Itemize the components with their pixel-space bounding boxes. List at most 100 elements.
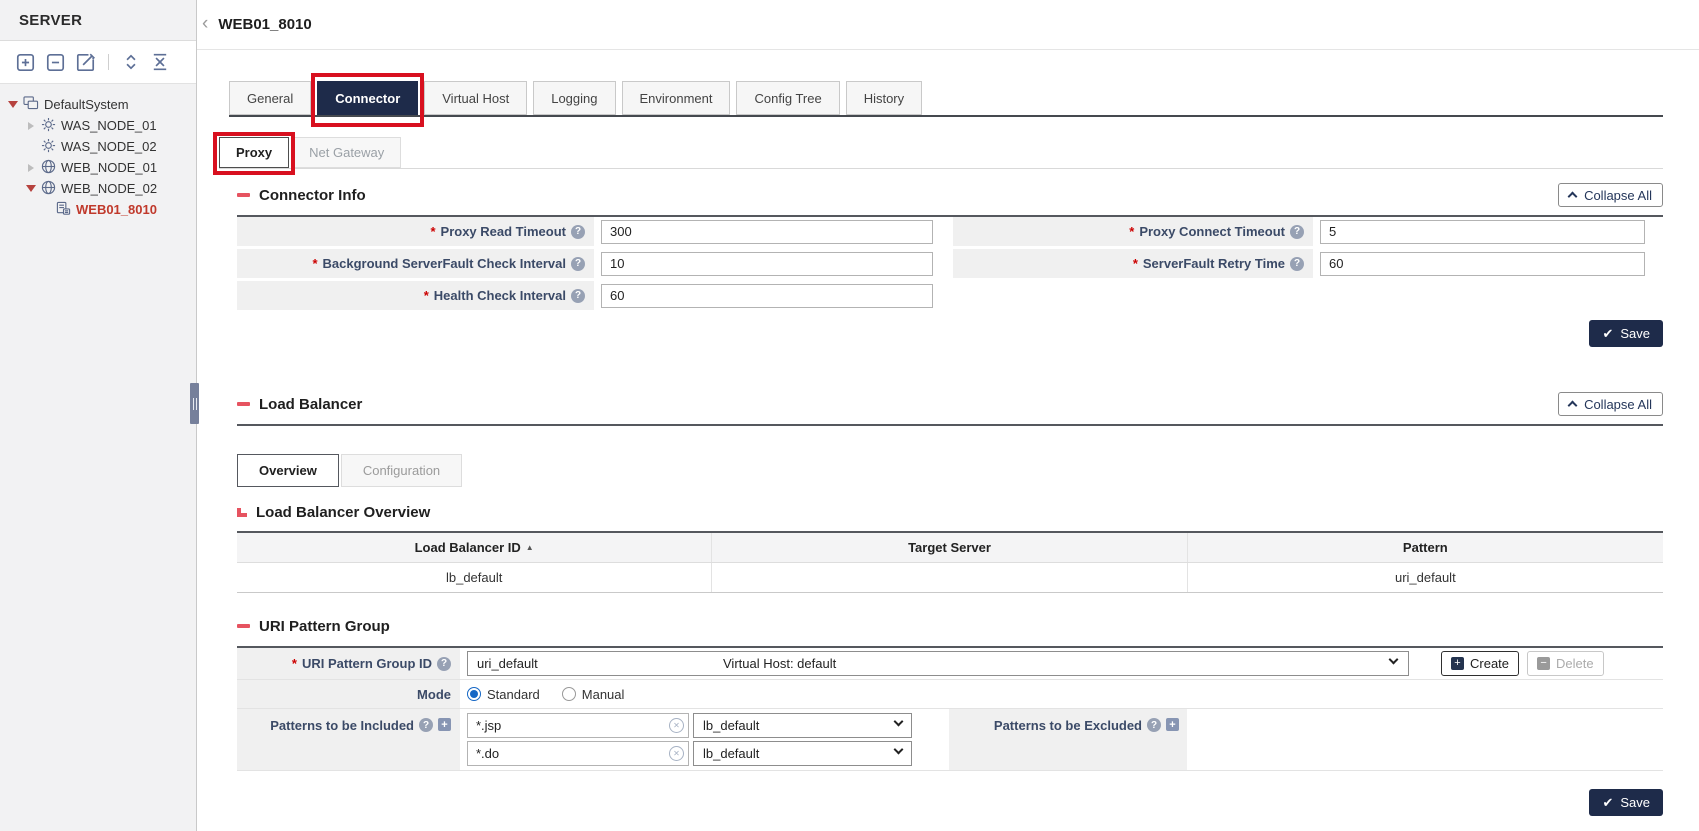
tree-item-label: DefaultSystem <box>44 97 129 112</box>
clear-icon[interactable]: ✕ <box>669 718 684 733</box>
tree-item-label: WAS_NODE_01 <box>61 118 157 133</box>
help-icon[interactable]: ? <box>1290 257 1304 271</box>
column-header-target-server[interactable]: Target Server <box>712 533 1187 562</box>
sidebar-title: SERVER <box>0 0 196 41</box>
required-asterisk: * <box>292 656 297 671</box>
tab-general[interactable]: General <box>229 81 311 115</box>
tab-config-tree[interactable]: Config Tree <box>736 81 839 115</box>
toolbar-divider <box>108 54 109 70</box>
subtab-proxy[interactable]: Proxy <box>219 137 289 168</box>
tree-item-web01-8010[interactable]: WEB01_8010 <box>8 199 192 220</box>
health-check-interval-input[interactable] <box>601 284 933 308</box>
proxy-connect-timeout-input[interactable] <box>1320 220 1645 244</box>
radio-standard[interactable] <box>467 687 481 701</box>
server-sidebar: SERVER D <box>0 0 197 831</box>
collapse-all-tree-icon[interactable] <box>151 53 169 71</box>
uri-pattern-group-id-row: * URI Pattern Group ID ? uri_default Vir… <box>237 648 1663 680</box>
field-label-patterns-excluded: Patterns to be Excluded ? + <box>949 709 1187 770</box>
main-header: ‹ WEB01_8010 <box>197 0 1699 50</box>
radio-label-standard[interactable]: Standard <box>487 687 540 702</box>
tree-item-was-node-01[interactable]: WAS_NODE_01 <box>8 115 192 136</box>
add-pattern-icon[interactable]: + <box>438 718 451 731</box>
help-icon[interactable]: ? <box>437 657 451 671</box>
tree-edit-icon[interactable] <box>76 53 95 72</box>
expand-all-icon[interactable] <box>122 53 140 71</box>
help-icon[interactable]: ? <box>571 257 585 271</box>
tree-remove-icon[interactable] <box>46 53 65 72</box>
connector-info-header: Connector Info Collapse All <box>237 182 1663 208</box>
required-asterisk: * <box>430 224 435 239</box>
add-pattern-icon[interactable]: + <box>1166 718 1179 731</box>
field-label-patterns-included: Patterns to be Included ? + <box>237 709 460 770</box>
tree-item-was-node-02[interactable]: WAS_NODE_02 <box>8 136 192 157</box>
serverfault-retry-time-input[interactable] <box>1320 252 1645 276</box>
tab-configuration[interactable]: Configuration <box>341 454 462 487</box>
tree-item-label: WEB_NODE_01 <box>61 160 157 175</box>
section-dash-icon <box>237 402 250 406</box>
section-title: Connector Info <box>237 187 366 204</box>
tree-item-web-node-02[interactable]: WEB_NODE_02 <box>8 178 192 199</box>
table-row[interactable]: lb_default uri_default <box>237 563 1663 593</box>
background-serverfault-check-interval-input[interactable] <box>601 252 933 276</box>
section-title: URI Pattern Group <box>237 618 390 635</box>
radio-manual[interactable] <box>562 687 576 701</box>
help-icon[interactable]: ? <box>571 225 585 239</box>
subsection-title: Load Balancer Overview <box>237 504 430 521</box>
collapse-all-button[interactable]: Collapse All <box>1558 183 1663 207</box>
required-asterisk: * <box>424 288 429 303</box>
pattern-item: ✕ lb_default <box>467 741 949 766</box>
check-icon: ✔ <box>1602 795 1613 811</box>
proxy-read-timeout-input[interactable] <box>601 220 933 244</box>
virtual-host-value: Virtual Host: default <box>723 656 836 671</box>
tree-item-label: WEB01_8010 <box>76 202 157 217</box>
clear-icon[interactable]: ✕ <box>669 746 684 761</box>
system-icon <box>23 96 39 113</box>
tab-overview[interactable]: Overview <box>237 454 339 487</box>
collapsed-arrow-icon[interactable] <box>26 164 36 172</box>
selected-value: uri_default <box>477 656 538 671</box>
pattern-input-do[interactable] <box>467 741 689 766</box>
tab-virtual-host[interactable]: Virtual Host <box>424 81 527 115</box>
tree-item-defaultsystem[interactable]: DefaultSystem <box>8 94 192 115</box>
tab-connector[interactable]: Connector <box>317 81 418 115</box>
chevron-down-icon <box>894 745 904 755</box>
section-dash-icon <box>237 624 250 628</box>
sort-asc-icon: ▲ <box>526 543 534 552</box>
save-button[interactable]: ✔ Save <box>1589 789 1663 816</box>
sidebar-splitter[interactable] <box>190 383 199 424</box>
collapsed-arrow-icon[interactable] <box>26 122 36 130</box>
subtab-net-gateway[interactable]: Net Gateway <box>292 137 401 168</box>
server-tabbar: General Connector Virtual Host Logging E… <box>229 81 1663 117</box>
create-button[interactable]: + Create <box>1441 651 1519 676</box>
field-label-serverfault-retry-time: * ServerFault Retry Time ? <box>953 249 1313 278</box>
column-header-pattern[interactable]: Pattern <box>1188 533 1663 562</box>
save-button[interactable]: ✔ Save <box>1589 320 1663 347</box>
expanded-arrow-icon[interactable] <box>8 101 18 108</box>
radio-label-manual[interactable]: Manual <box>582 687 625 702</box>
back-chevron-icon[interactable]: ‹ <box>202 14 218 35</box>
tab-history[interactable]: History <box>846 81 922 115</box>
server-tree: DefaultSystem WAS_NODE_01 WAS_NODE_02 <box>0 84 196 220</box>
delete-button[interactable]: − Delete <box>1527 651 1604 676</box>
pattern-lb-select[interactable]: lb_default <box>693 713 912 738</box>
help-icon[interactable]: ? <box>571 289 585 303</box>
section-dash-icon <box>237 193 250 197</box>
expanded-arrow-icon[interactable] <box>26 185 36 192</box>
tab-logging[interactable]: Logging <box>533 81 615 115</box>
chevron-up-icon <box>1568 192 1578 202</box>
load-balancer-header: Load Balancer Collapse All <box>237 391 1663 417</box>
help-icon[interactable]: ? <box>419 718 433 732</box>
uri-pattern-group-select[interactable]: uri_default Virtual Host: default <box>467 651 1409 676</box>
field-label-health-check-interval: * Health Check Interval ? <box>237 281 594 310</box>
pattern-input-jsp[interactable] <box>467 713 689 738</box>
tree-item-web-node-01[interactable]: WEB_NODE_01 <box>8 157 192 178</box>
help-icon[interactable]: ? <box>1290 225 1304 239</box>
tab-environment[interactable]: Environment <box>622 81 731 115</box>
help-icon[interactable]: ? <box>1147 718 1161 732</box>
column-header-load-balancer-id[interactable]: Load Balancer ID ▲ <box>237 533 712 562</box>
pattern-lb-select[interactable]: lb_default <box>693 741 912 766</box>
section-rule <box>237 424 1663 426</box>
collapse-all-button[interactable]: Collapse All <box>1558 392 1663 416</box>
field-label-proxy-connect-timeout: * Proxy Connect Timeout ? <box>953 217 1313 246</box>
tree-add-icon[interactable] <box>16 53 35 72</box>
